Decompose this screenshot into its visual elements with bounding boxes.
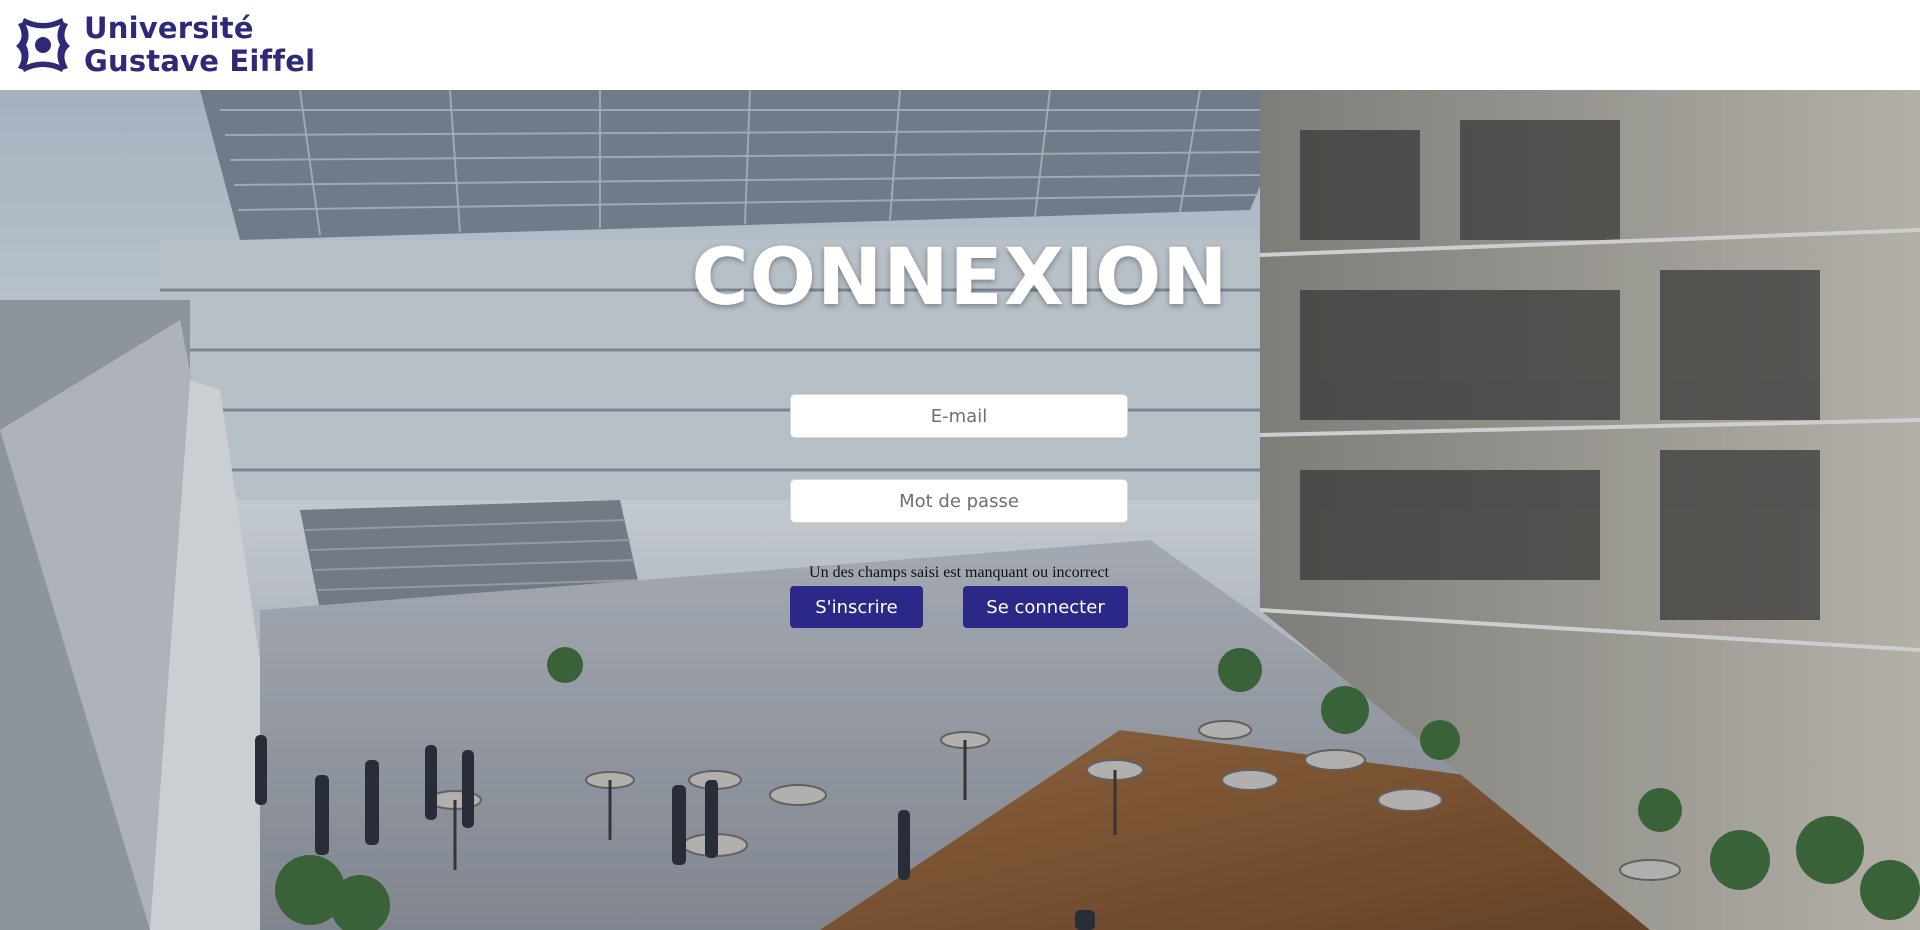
hero-section: CONNEXION Un des champs saisi est manqua… — [0, 90, 1920, 930]
brand-line-1: Université — [84, 11, 254, 45]
email-field[interactable] — [790, 394, 1128, 438]
site-header: Université Gustave Eiffel — [0, 0, 1920, 90]
signup-button[interactable]: S'inscrire — [790, 586, 923, 628]
university-logo-icon — [16, 18, 70, 72]
brand-line-2: Gustave Eiffel — [84, 44, 316, 78]
password-field[interactable] — [790, 479, 1128, 523]
university-logo[interactable]: Université Gustave Eiffel — [12, 12, 315, 78]
page-title: CONNEXION — [691, 233, 1229, 323]
error-message: Un des champs saisi est manquant ou inco… — [809, 564, 1109, 581]
login-button[interactable]: Se connecter — [963, 586, 1128, 628]
